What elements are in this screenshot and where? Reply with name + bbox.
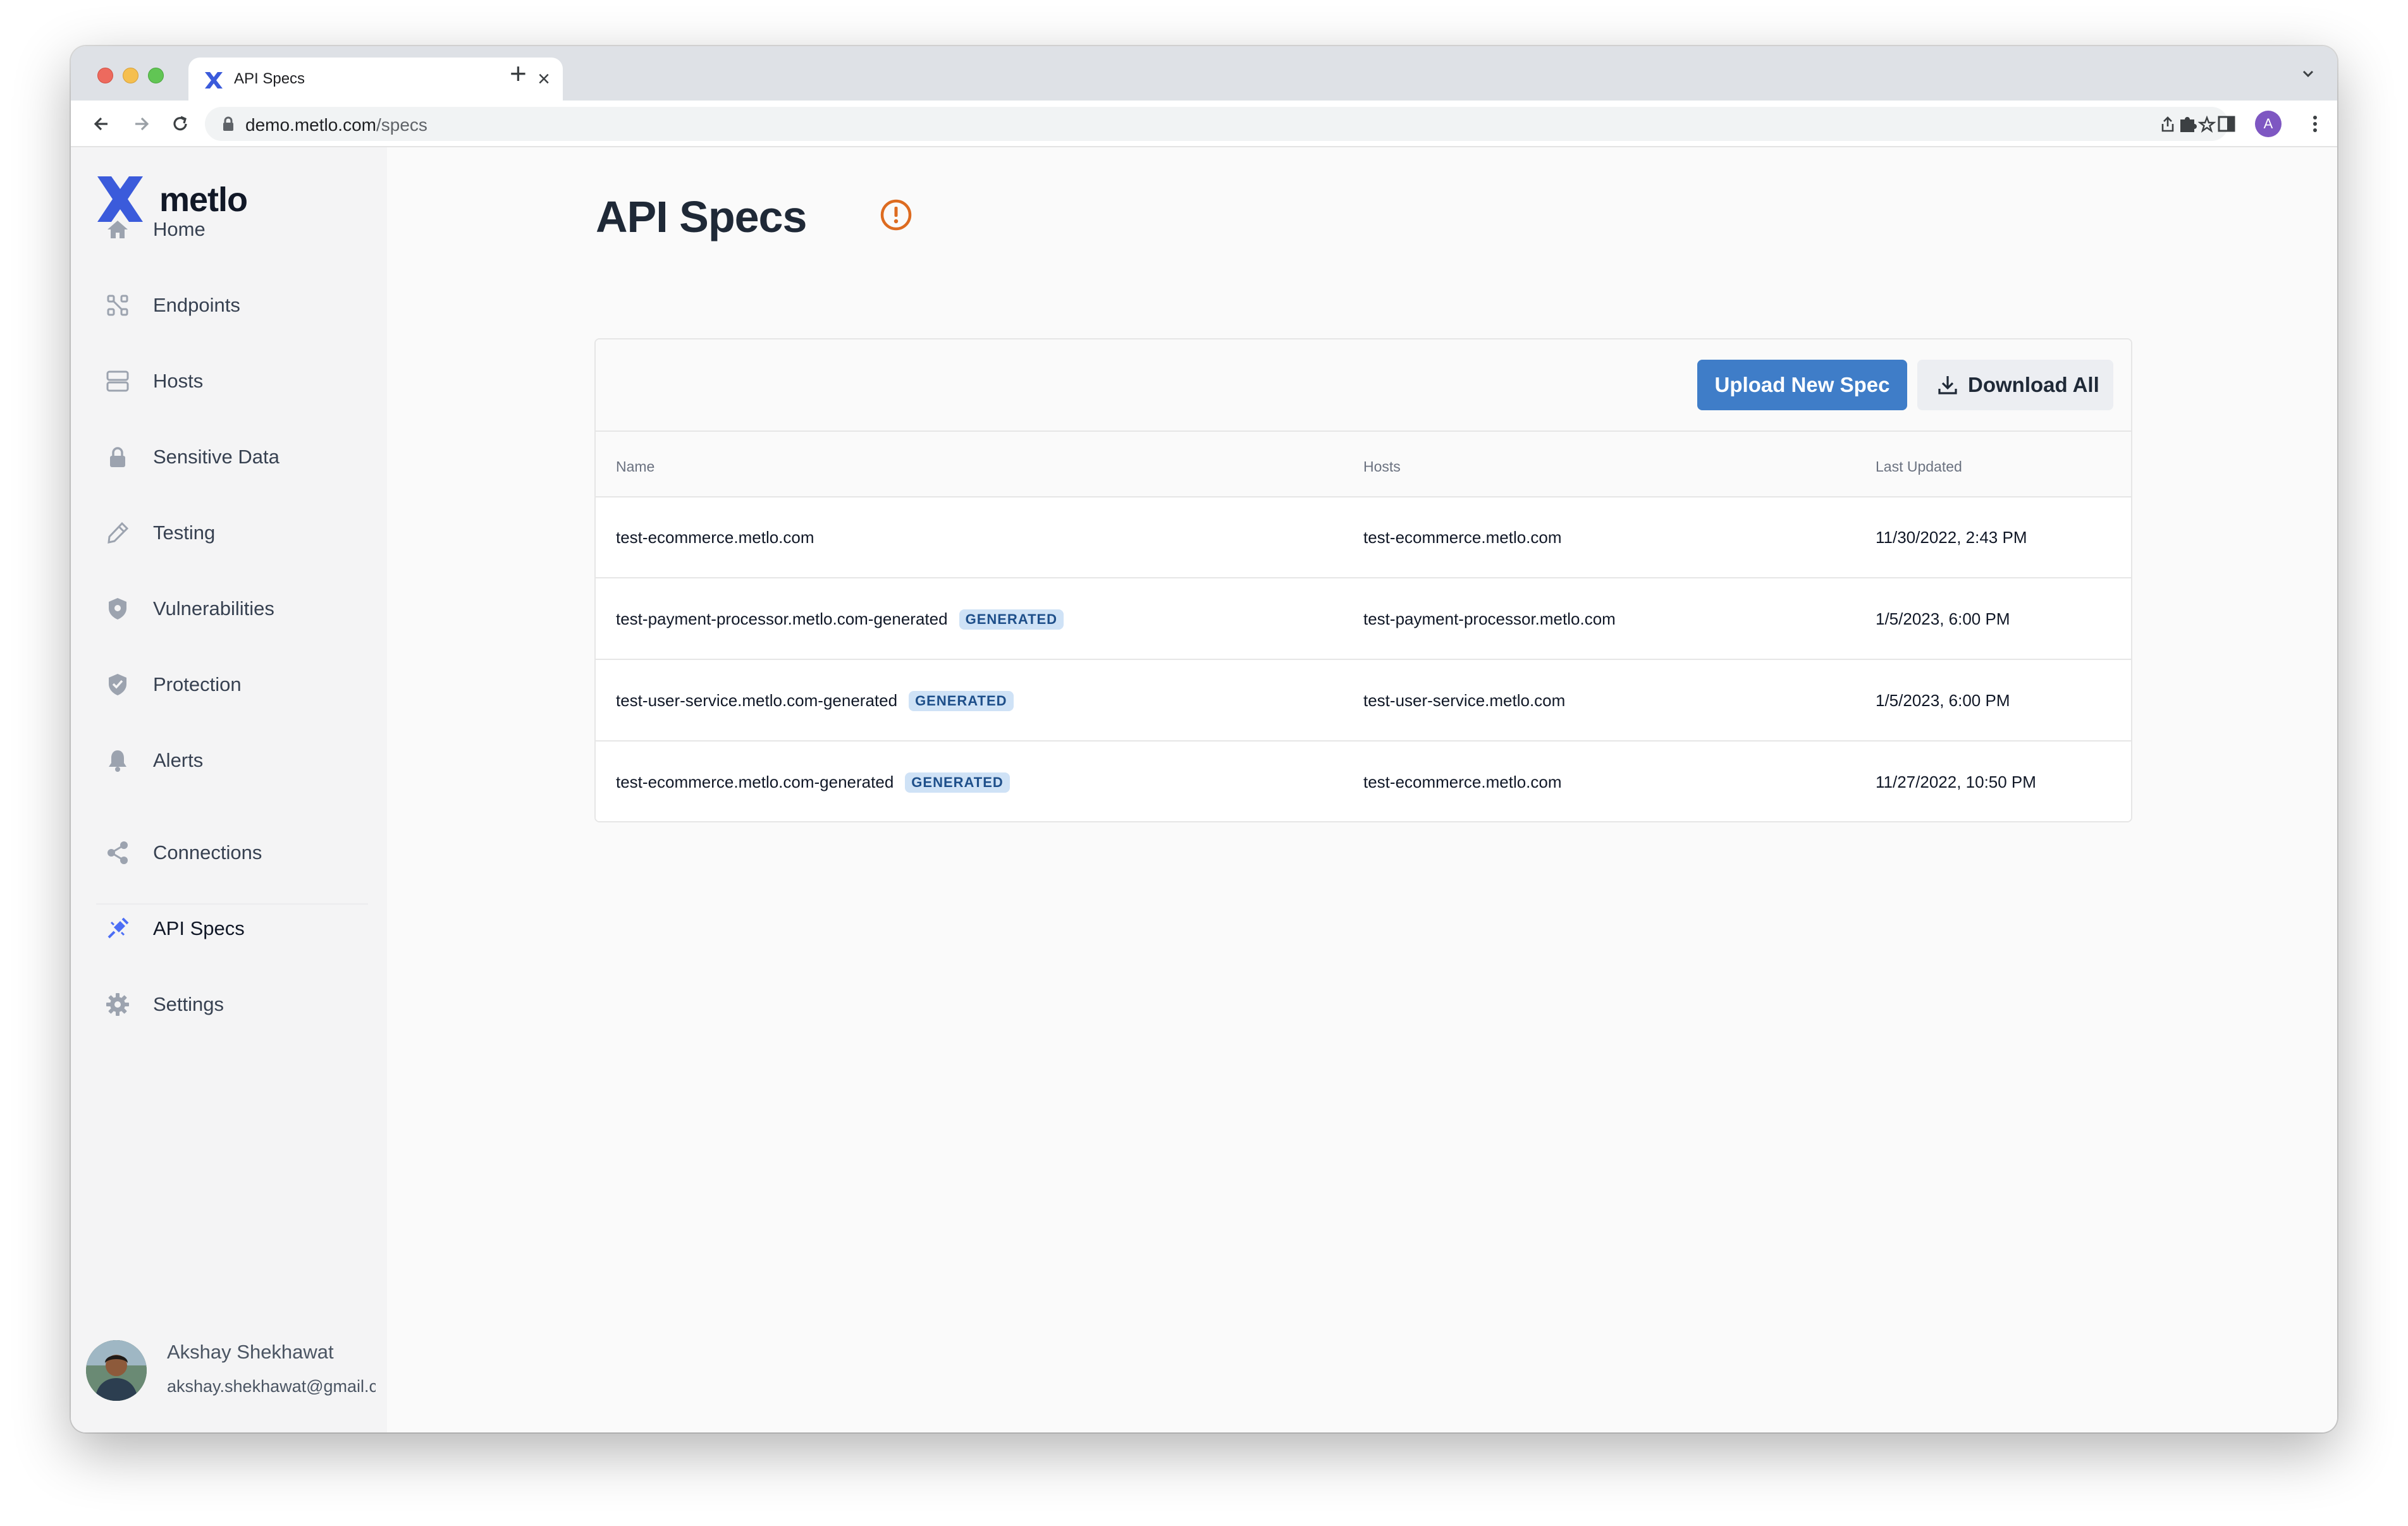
spec-last-updated: 1/5/2023, 6:00 PM	[1876, 609, 2010, 628]
pen-icon	[108, 522, 129, 544]
sidebar-item-home[interactable]: Home	[96, 204, 368, 255]
sidebar-item-label: Hosts	[153, 370, 204, 392]
lock-icon	[110, 447, 125, 467]
sidebar-item-label: Alerts	[153, 749, 204, 771]
user-email: akshay.shekhawat@gmail.com	[167, 1377, 376, 1396]
tab-search-chevron-icon[interactable]	[2299, 65, 2317, 83]
close-window-button[interactable]	[97, 68, 113, 83]
metlo-favicon-icon	[205, 72, 223, 89]
sidebar-item-endpoints[interactable]: Endpoints	[96, 280, 368, 331]
spec-name: test-ecommerce.metlo.com-generated GENERA…	[616, 772, 1010, 793]
sidebar-item-label: Connections	[153, 841, 262, 864]
table-row[interactable]: test-ecommerce.metlo.com test-ecommerce.…	[596, 497, 2131, 578]
forward-arrow-icon[interactable]	[129, 112, 153, 136]
bookmark-star-icon[interactable]	[2198, 116, 2216, 133]
sidebar: metlo Home Endpoints Hosts Sensitive Dat…	[71, 147, 387, 1432]
sidebar-item-sensitive-data[interactable]: Sensitive Data	[96, 432, 368, 482]
maximize-window-button[interactable]	[148, 68, 164, 83]
user-avatar-photo	[86, 1340, 147, 1401]
spec-name: test-user-service.metlo.com-generated GEN…	[616, 691, 1014, 711]
spec-name: test-ecommerce.metlo.com	[616, 528, 814, 547]
specs-table-card: Upload New Spec Download All Name Hosts …	[594, 338, 2132, 822]
generated-badge: GENERATED	[909, 691, 1014, 711]
address-bar[interactable]: demo.metlo.com/specs	[205, 107, 2228, 141]
endpoints-icon	[107, 295, 128, 316]
download-all-button[interactable]: Download All	[1917, 360, 2113, 410]
sidebar-item-label: API Specs	[153, 917, 245, 939]
browser-toolbar: demo.metlo.com/specs A	[71, 101, 2337, 147]
generated-badge: GENERATED	[959, 609, 1064, 630]
table-row[interactable]: test-user-service.metlo.com-generated GEN…	[596, 661, 2131, 742]
spec-last-updated: 11/27/2022, 10:50 PM	[1876, 772, 2036, 791]
user-avatar[interactable]	[86, 1340, 147, 1401]
gear-icon	[106, 993, 129, 1016]
sidebar-item-label: Endpoints	[153, 294, 240, 316]
plug-icon	[108, 917, 129, 939]
sidebar-item-hosts[interactable]: Hosts	[96, 356, 368, 406]
more-menu-icon[interactable]	[2303, 112, 2327, 136]
sidebar-item-testing[interactable]: Testing	[96, 508, 368, 558]
column-header-name[interactable]: Name	[616, 458, 654, 475]
spec-last-updated: 1/5/2023, 6:00 PM	[1876, 691, 2010, 710]
shield-check-icon	[109, 674, 126, 695]
side-panel-icon[interactable]	[2214, 112, 2239, 136]
column-header-last-updated[interactable]: Last Updated	[1876, 458, 1962, 475]
spec-host: test-ecommerce.metlo.com	[1363, 772, 1562, 791]
sidebar-item-label: Protection	[153, 673, 242, 695]
reload-icon[interactable]	[168, 112, 192, 136]
generated-badge: GENERATED	[905, 772, 1010, 793]
home-icon	[108, 221, 128, 238]
spec-name: test-payment-processor.metlo.com-generat…	[616, 609, 1064, 630]
share-icon	[108, 841, 128, 864]
card-header: Upload New Spec Download All	[596, 339, 2131, 432]
tab-close-icon[interactable]: ×	[538, 66, 550, 92]
table-row[interactable]: test-ecommerce.metlo.com-generated GENERA…	[596, 742, 2131, 821]
back-arrow-icon[interactable]	[90, 112, 114, 136]
table-row[interactable]: test-payment-processor.metlo.com-generat…	[596, 579, 2131, 660]
bell-icon	[109, 750, 126, 772]
download-all-label: Download All	[1968, 373, 2099, 396]
browser-window: API Specs × + demo.metlo.com/specs A met…	[71, 46, 2337, 1432]
sidebar-item-label: Vulnerabilities	[153, 597, 274, 620]
minimize-window-button[interactable]	[123, 68, 138, 83]
sidebar-item-connections[interactable]: Connections	[96, 827, 368, 878]
shield-bug-icon	[109, 598, 126, 620]
server-icon	[106, 370, 129, 392]
sidebar-item-alerts[interactable]: Alerts	[96, 735, 368, 786]
sidebar-item-api-specs[interactable]: API Specs	[96, 903, 368, 954]
sidebar-item-protection[interactable]: Protection	[96, 659, 368, 710]
browser-tab[interactable]: API Specs ×	[188, 58, 563, 101]
sidebar-item-label: Settings	[153, 993, 224, 1015]
extensions-puzzle-icon[interactable]	[2175, 112, 2199, 136]
upload-new-spec-button[interactable]: Upload New Spec	[1697, 360, 1907, 410]
sidebar-item-label: Sensitive Data	[153, 446, 280, 468]
new-tab-button[interactable]: +	[510, 59, 527, 88]
app-page: metlo Home Endpoints Hosts Sensitive Dat…	[71, 147, 2337, 1432]
share-page-icon[interactable]	[2159, 116, 2177, 133]
spec-host: test-payment-processor.metlo.com	[1363, 609, 1616, 628]
user-name: Akshay Shekhawat	[167, 1341, 334, 1363]
page-title: API Specs	[596, 192, 807, 241]
sidebar-item-vulnerabilities[interactable]: Vulnerabilities	[96, 583, 368, 634]
column-header-hosts[interactable]: Hosts	[1363, 458, 1401, 475]
tab-title: API Specs	[234, 70, 305, 87]
sidebar-item-settings[interactable]: Settings	[96, 979, 368, 1030]
spec-host: test-user-service.metlo.com	[1363, 691, 1566, 710]
table-header: Name Hosts Last Updated	[596, 432, 2131, 497]
spec-last-updated: 11/30/2022, 2:43 PM	[1876, 528, 2027, 547]
lock-icon	[223, 116, 233, 131]
url-text: demo.metlo.com/specs	[245, 115, 427, 135]
tab-strip: API Specs × +	[71, 46, 2337, 101]
profile-avatar[interactable]: A	[2255, 111, 2282, 137]
warning-icon[interactable]	[879, 198, 913, 232]
sidebar-item-label: Home	[153, 218, 206, 240]
spec-host: test-ecommerce.metlo.com	[1363, 528, 1562, 547]
download-icon	[1938, 376, 1957, 394]
sidebar-item-label: Testing	[153, 522, 216, 544]
main-content: API Specs Upload New Spec Download All N…	[387, 147, 2337, 1432]
